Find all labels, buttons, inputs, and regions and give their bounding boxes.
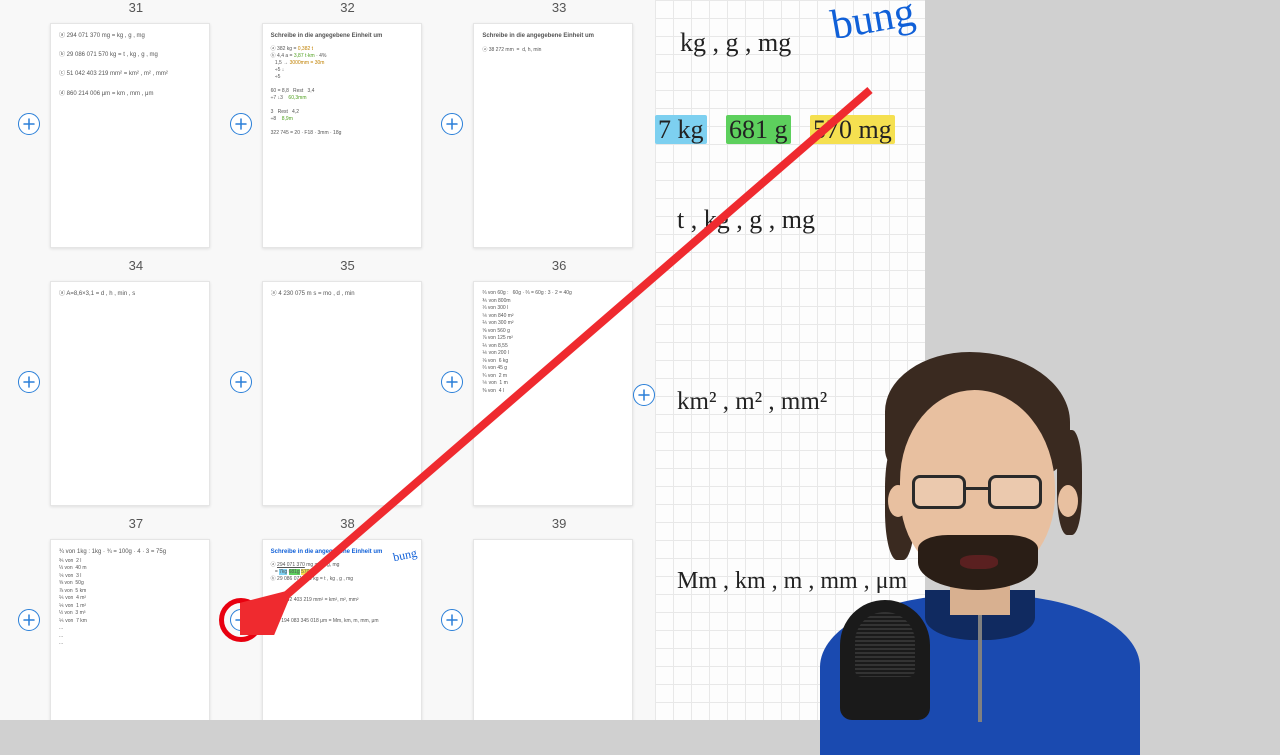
thumb-cell-38: 38 bung Schreibe in die angegebene Einhe… <box>262 516 434 720</box>
insert-page-button[interactable] <box>633 384 655 406</box>
page-number: 34 <box>50 258 222 273</box>
thumb-cell-37: 37 ¾ von 1kg : 1kg · ¾ = 100g · 4 · 3 = … <box>50 516 222 720</box>
page-number: 35 <box>262 258 434 273</box>
page-thumbnail[interactable] <box>473 539 633 720</box>
heading-fragment-tiny: bung <box>391 544 418 568</box>
plus-icon <box>235 376 247 388</box>
plus-icon <box>23 118 35 130</box>
page-thumbnail[interactable]: ¾ von 1kg : 1kg · ¾ = 100g · 4 · 3 = 75g… <box>50 539 210 720</box>
insert-page-button[interactable] <box>230 113 252 135</box>
insert-page-button[interactable] <box>230 371 252 393</box>
page-thumbnail[interactable]: Schreibe in die angegebene Einheit um ⓐ … <box>262 23 422 248</box>
insert-page-button[interactable] <box>441 371 463 393</box>
insert-page-button[interactable] <box>18 113 40 135</box>
plus-icon <box>23 614 35 626</box>
plus-icon <box>446 118 458 130</box>
page-thumbnail[interactable]: ⓐ 294 071 370 mg = kg , g , mg ⓑ 29 086 … <box>50 23 210 248</box>
thumb-cell-39: 39 <box>473 516 645 720</box>
insert-page-button[interactable] <box>18 371 40 393</box>
page-thumbnail[interactable]: ⓐ A=8,6×3,1 = d , h , min , s <box>50 281 210 506</box>
thumb-cell-35: 35 ⓐ 4 230 075 m s = mo , d , min <box>262 258 434 506</box>
page-number: 31 <box>50 0 222 15</box>
thumb-cell-33: 33 Schreibe in die angegebene Einheit um… <box>473 0 645 248</box>
microphone-icon <box>840 600 930 720</box>
page-thumbnail[interactable]: ⓐ 4 230 075 m s = mo , d , min <box>262 281 422 506</box>
thumb-cell-32: 32 Schreibe in die angegebene Einheit um… <box>262 0 434 248</box>
plus-icon <box>23 376 35 388</box>
app-window: 31 ⓐ 294 071 370 mg = kg , g , mg ⓑ 29 0… <box>0 0 955 720</box>
plus-icon <box>446 376 458 388</box>
insert-page-button[interactable] <box>18 609 40 631</box>
preview-line: kg , g , mg <box>680 28 791 58</box>
page-number: 39 <box>473 516 645 531</box>
highlight-green: 681 g <box>726 115 791 144</box>
plus-icon <box>638 389 650 401</box>
page-number: 36 <box>473 258 645 273</box>
thumb-cell-34: 34 ⓐ A=8,6×3,1 = d , h , min , s <box>50 258 222 506</box>
page-thumbnail[interactable]: Schreibe in die angegebene Einheit um ⓐ … <box>473 23 633 248</box>
highlight-blue: 7 kg <box>655 115 707 144</box>
highlight-yellow: 570 mg <box>810 115 895 144</box>
page-number: 37 <box>50 516 222 531</box>
presenter-webcam <box>830 360 1130 720</box>
insert-page-button[interactable] <box>230 609 252 631</box>
preview-line: km² , m² , mm² <box>677 388 827 416</box>
plus-icon <box>235 118 247 130</box>
plus-icon <box>235 614 247 626</box>
page-thumbnails-panel: 31 ⓐ 294 071 370 mg = kg , g , mg ⓑ 29 0… <box>0 0 655 720</box>
page-thumbnail[interactable]: ⅔ von 60g : 60g · ⅔ = 60g : 3 · 2 = 40g⅗… <box>473 281 633 506</box>
preview-line-highlighted: 7 kg 681 g 570 mg <box>655 115 895 145</box>
page-number: 32 <box>262 0 434 15</box>
page-number: 38 <box>262 516 434 531</box>
glasses-icon <box>912 475 1042 511</box>
preview-line: t , kg , g , mg <box>677 205 815 235</box>
page-number: 33 <box>473 0 645 15</box>
insert-page-button[interactable] <box>441 113 463 135</box>
thumb-cell-31: 31 ⓐ 294 071 370 mg = kg , g , mg ⓑ 29 0… <box>50 0 222 248</box>
insert-page-button[interactable] <box>441 609 463 631</box>
thumb-cell-36: 36 ⅔ von 60g : 60g · ⅔ = 60g : 3 · 2 = 4… <box>473 258 645 506</box>
page-thumbnail[interactable]: bung Schreibe in die angegebene Einheit … <box>262 539 422 720</box>
plus-icon <box>446 614 458 626</box>
